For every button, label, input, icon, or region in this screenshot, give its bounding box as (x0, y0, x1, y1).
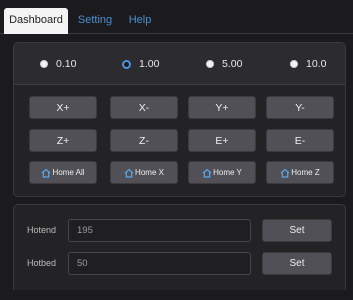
home-y-label: Home Y (213, 168, 242, 177)
radio-button-icon[interactable] (40, 60, 48, 68)
tab-bar: Dashboard Setting Help (0, 0, 353, 34)
step-option-0.10[interactable]: 0.10 (40, 57, 76, 71)
home-z-label: Home Z (291, 168, 320, 177)
home-x-label: Home X (135, 168, 164, 177)
hotbed-set-button[interactable]: Set (262, 252, 332, 275)
jog-e-minus-button[interactable]: E- (266, 129, 334, 152)
step-option-label: 1.00 (139, 58, 160, 70)
tab-dashboard[interactable]: Dashboard (4, 8, 68, 34)
jog-e-plus-button[interactable]: E+ (188, 129, 256, 152)
jog-z-minus-button[interactable]: Z- (110, 129, 178, 152)
step-option-1.00[interactable]: 1.00 (122, 57, 159, 71)
home-icon (42, 168, 51, 178)
home-all-label: Home All (52, 168, 85, 177)
hotend-temperature-input[interactable]: 195 (68, 219, 251, 242)
step-option-label: 5.00 (222, 58, 243, 70)
radio-button-icon[interactable] (122, 59, 131, 69)
temperature-panel: Hotend 195 Set Hotbed 50 Set (13, 204, 346, 290)
step-option-label: 10.0 (306, 58, 327, 70)
tab-setting[interactable]: Setting (75, 8, 115, 33)
jog-x-minus-button[interactable]: X- (110, 96, 178, 119)
home-icon (280, 168, 290, 178)
home-icon (124, 168, 134, 178)
radio-button-icon[interactable] (206, 60, 214, 68)
jog-z-plus-button[interactable]: Z+ (29, 129, 97, 152)
jog-y-plus-button[interactable]: Y+ (188, 96, 256, 119)
step-option-10.0[interactable]: 10.0 (290, 57, 326, 71)
step-size-selector: 0.10 1.00 5.00 10.0 (14, 43, 345, 85)
home-z-button[interactable]: Home Z (266, 161, 334, 184)
jog-y-minus-button[interactable]: Y- (266, 96, 334, 119)
hotbed-label: Hotbed (27, 258, 57, 268)
step-option-label: 0.10 (56, 58, 77, 70)
movement-panel: 0.10 1.00 5.00 10.0 X+ X- Y+ Y- Z+ Z- E+… (13, 42, 346, 197)
hotbed-temperature-input[interactable]: 50 (68, 252, 251, 275)
jog-x-plus-button[interactable]: X+ (29, 96, 97, 119)
step-option-5.00[interactable]: 5.00 (206, 57, 242, 71)
tab-help[interactable]: Help (124, 8, 156, 33)
hotend-set-button[interactable]: Set (262, 219, 332, 242)
hotend-label: Hotend (27, 225, 57, 235)
home-y-button[interactable]: Home Y (188, 161, 256, 184)
home-x-button[interactable]: Home X (110, 161, 178, 184)
radio-button-icon[interactable] (290, 60, 298, 68)
home-icon (202, 168, 212, 178)
home-all-button[interactable]: Home All (29, 161, 97, 184)
